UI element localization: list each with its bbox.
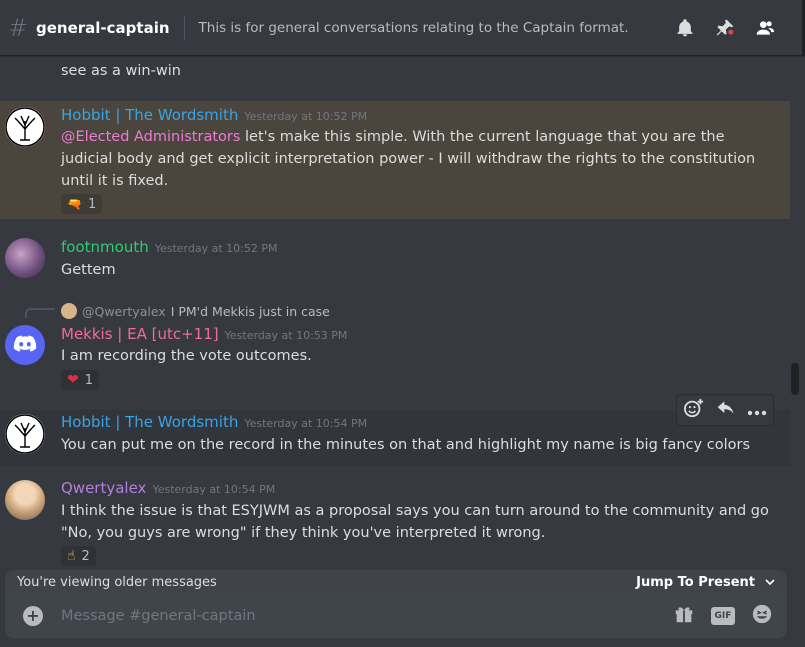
upload-plus-icon[interactable]: +: [23, 606, 43, 626]
reply-connector: [25, 308, 55, 318]
bell-icon[interactable]: [673, 16, 697, 40]
reply-text: I PM'd Mekkis just in case: [170, 303, 330, 319]
tree-avatar-icon: [5, 414, 45, 454]
jump-label[interactable]: Jump To Present: [636, 575, 755, 590]
reaction-heart[interactable]: ❤ 1: [61, 370, 100, 390]
reaction-count: 1: [84, 372, 94, 388]
avatar[interactable]: [5, 414, 45, 454]
tree-avatar-icon: [5, 107, 45, 147]
reaction-point-up[interactable]: ☝ 2: [61, 546, 96, 566]
username-text[interactable]: Qwertyalex: [61, 479, 146, 497]
channel-hash-icon: #: [8, 13, 29, 42]
username-text[interactable]: footnmouth: [61, 238, 149, 256]
members-icon[interactable]: [753, 16, 777, 40]
username[interactable]: Qwertyalex Yesterday at 10:54 PM: [61, 479, 275, 497]
avatar[interactable]: [5, 107, 45, 147]
avatar[interactable]: [5, 325, 45, 365]
message-highlighted: Hobbit | The Wordsmith Yesterday at 10:52…: [0, 101, 790, 219]
message-footnmouth: footnmouth Yesterday at 10:52 PM Gettem: [0, 230, 790, 288]
channel-header: # general-captain This is for general co…: [0, 0, 805, 56]
username[interactable]: Hobbit | The Wordsmith Yesterday at 10:54…: [61, 413, 367, 431]
scroll-thumb[interactable]: [791, 363, 799, 395]
message-input[interactable]: [61, 608, 673, 624]
reaction-count: 2: [81, 548, 90, 564]
channel-name: general-captain: [36, 18, 170, 37]
reaction-count: 1: [87, 196, 97, 212]
avatar[interactable]: [5, 480, 45, 520]
timestamp: Yesterday at 10:54 PM: [152, 483, 276, 496]
reply-preview[interactable]: @Qwertyalex I PM'd Mekkis just in case: [61, 303, 330, 319]
timestamp: Yesterday at 10:52 PM: [154, 242, 278, 255]
avatar[interactable]: [5, 238, 45, 278]
header-divider: [183, 15, 185, 40]
message-text: I am recording the vote outcomes.: [61, 348, 312, 364]
scrollbar[interactable]: [790, 56, 800, 570]
message-text: You can put me on the record in the minu…: [61, 437, 750, 453]
message-text: @Elected Administrators let's make this …: [61, 126, 770, 192]
timestamp: Yesterday at 10:53 PM: [224, 329, 348, 342]
emoji-picker-icon[interactable]: [751, 603, 773, 629]
message-list[interactable]: It was a good point, and now I have a ma…: [0, 40, 790, 570]
jump-to-present-button[interactable]: Jump To Present: [636, 575, 775, 590]
reply-author[interactable]: @Qwertyalex: [82, 304, 166, 319]
message-mekkis: @Qwertyalex I PM'd Mekkis just in case M…: [0, 298, 790, 393]
timestamp: Yesterday at 10:54 PM: [244, 417, 368, 430]
older-messages-text: You're viewing older messages: [17, 574, 217, 590]
timestamp: Yesterday at 10:52 PM: [244, 110, 368, 123]
username-text[interactable]: Mekkis | EA [utc+11]: [61, 325, 219, 343]
gif-button[interactable]: GIF: [711, 607, 735, 625]
reply-avatar: [61, 303, 77, 319]
username-text[interactable]: Hobbit | The Wordsmith: [61, 106, 238, 124]
channel-topic[interactable]: This is for general conversations relati…: [199, 20, 629, 36]
role-mention[interactable]: @Elected Administrators: [61, 129, 240, 145]
discord-logo-icon: [13, 335, 37, 352]
message-text: Gettem: [61, 262, 116, 278]
message-actions-toolbar: [676, 394, 774, 426]
username[interactable]: Hobbit | The Wordsmith Yesterday at 10:52…: [61, 106, 367, 124]
add-reaction-icon[interactable]: [683, 398, 705, 422]
username[interactable]: footnmouth Yesterday at 10:52 PM: [61, 238, 278, 256]
message-composer: + GIF: [5, 594, 787, 638]
heart-emoji-icon: ❤: [67, 372, 79, 388]
reply-icon[interactable]: [716, 399, 736, 421]
more-options-icon[interactable]: [747, 401, 767, 420]
water-gun-emoji-icon: 🔫: [67, 197, 82, 211]
username[interactable]: Mekkis | EA [utc+11] Yesterday at 10:53 P…: [61, 325, 347, 343]
message-text: I think the issue is that ESYJWM as a pr…: [61, 503, 769, 541]
reaction-gun[interactable]: 🔫 1: [61, 194, 103, 214]
message-hovered: Hobbit | The Wordsmith Yesterday at 10:54…: [0, 410, 790, 466]
message-qwertyalex: Qwertyalex Yesterday at 10:54 PM I think …: [0, 476, 790, 570]
chevron-down-icon: [765, 579, 775, 586]
username-text[interactable]: Hobbit | The Wordsmith: [61, 413, 238, 431]
pin-icon[interactable]: [713, 16, 737, 40]
gift-icon[interactable]: [673, 603, 695, 629]
older-messages-bar: You're viewing older messages Jump To Pr…: [5, 570, 787, 594]
point-up-emoji-icon: ☝: [67, 548, 76, 564]
